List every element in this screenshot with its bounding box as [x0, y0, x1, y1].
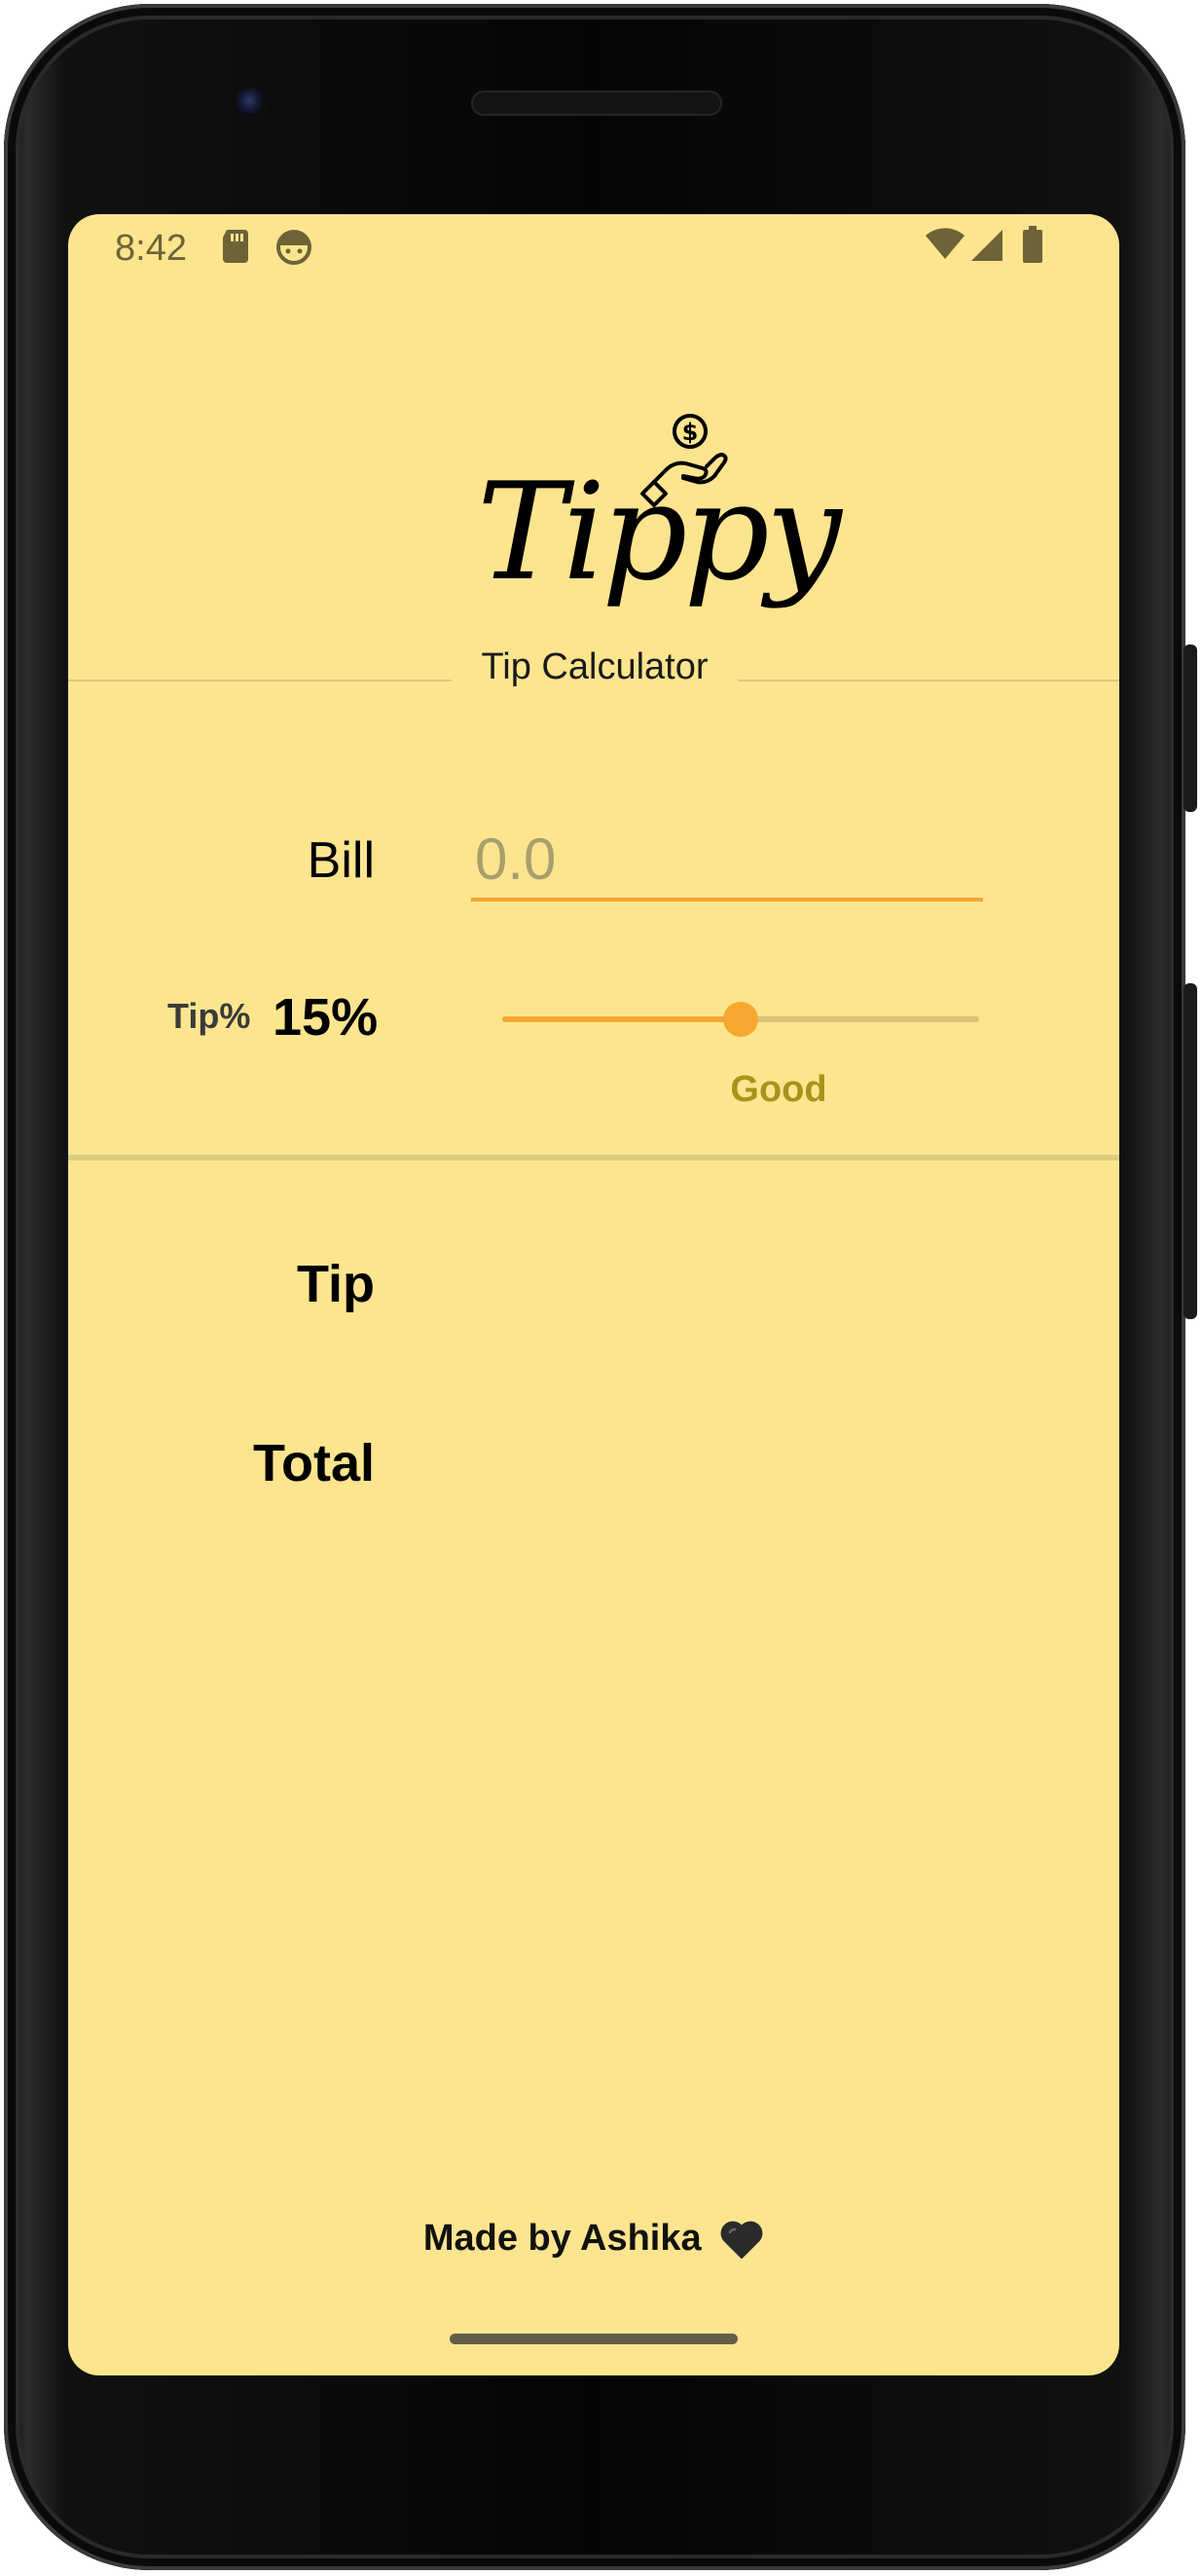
front-camera	[235, 86, 268, 119]
status-time: 8:42	[115, 228, 187, 269]
earpiece-speaker	[471, 91, 722, 116]
sd-card-icon	[223, 230, 248, 263]
app-screen: 8:42 $ Tippy Tip Calculator Bill 0.0 Tip…	[68, 214, 1119, 2375]
header-divider-right	[738, 680, 1119, 681]
tip-description: Good	[730, 1069, 827, 1110]
tip-amount-label: Tip	[297, 1255, 375, 1313]
black-heart-icon	[720, 2221, 763, 2259]
footer-credit: Made by Ashika	[68, 2218, 1119, 2260]
app-logo-text: Tippy	[477, 454, 842, 610]
bill-input[interactable]	[471, 820, 983, 902]
header-divider-left	[68, 680, 452, 681]
status-bar: 8:42	[68, 214, 1119, 282]
robot-icon	[276, 230, 311, 265]
volume-button	[1184, 983, 1197, 1319]
total-amount-label: Total	[253, 1434, 375, 1492]
home-gesture-bar[interactable]	[450, 2334, 738, 2344]
svg-text:$: $	[682, 419, 699, 446]
bill-label: Bill	[307, 832, 375, 889]
cell-signal-icon	[971, 230, 1002, 261]
tip-percent-value: 15%	[273, 988, 379, 1047]
power-button	[1184, 644, 1197, 812]
app-subtitle: Tip Calculator	[481, 646, 709, 687]
battery-icon	[1023, 226, 1042, 263]
section-divider	[68, 1155, 1119, 1160]
tip-slider[interactable]	[502, 1002, 979, 1037]
tip-slider-thumb[interactable]	[723, 1002, 758, 1037]
tip-slider-fill	[502, 1016, 741, 1022]
tip-percent-label: Tip%	[167, 996, 251, 1036]
footer-text: Made by Ashika	[422, 2218, 702, 2259]
wifi-icon	[926, 228, 965, 259]
